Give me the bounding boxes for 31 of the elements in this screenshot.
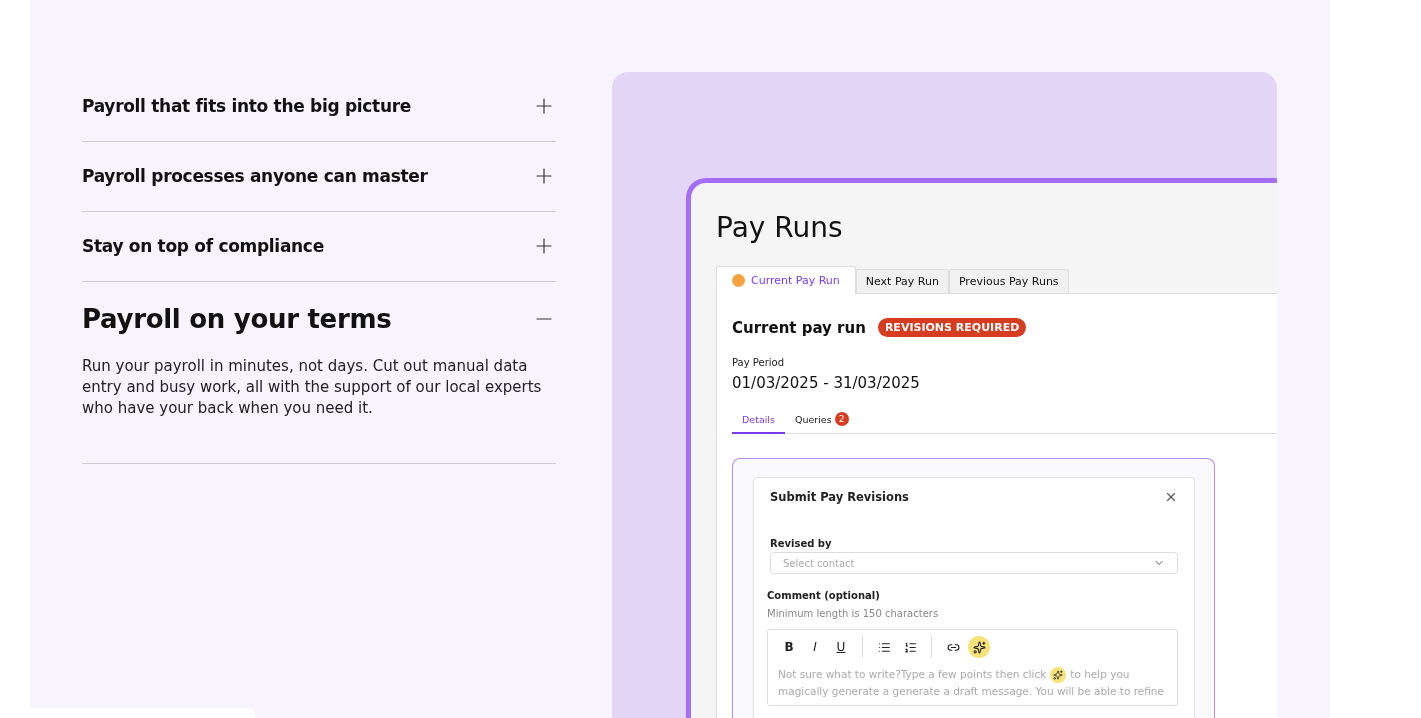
underline-button[interactable]: U [830, 636, 852, 658]
page-title: Pay Runs [716, 211, 844, 244]
tab[interactable]: Next Pay Run [855, 269, 949, 293]
accordion-title[interactable]: Payroll on your terms [82, 304, 392, 334]
accordion-title[interactable]: Payroll that fits into the big picture [82, 96, 412, 116]
sparkle-icon [1050, 667, 1067, 683]
tab[interactable]: Current Pay Run [716, 266, 856, 294]
tab[interactable]: Previous Pay Runs [948, 269, 1069, 293]
field-label: Pay Period [732, 357, 785, 368]
field-label: Comment (optional) [767, 590, 881, 601]
italic-button[interactable]: I [804, 636, 826, 658]
hint-text: Minimum length is 150 characters [767, 608, 940, 619]
period-value: 01/03/2025 - 31/03/2025 [732, 374, 921, 392]
status-badge: REVISIONS REQUIRED [877, 318, 1027, 337]
accordion-title[interactable]: Payroll processes anyone can master [82, 166, 428, 186]
comment-editor[interactable]: B I U Not sure what to write?Type a few points then click to help you magically generate a generate a draft message. You will be able to refine [767, 629, 1178, 706]
count-badge: 2 [834, 412, 849, 426]
sparkle-icon [972, 640, 986, 654]
bulleted-list-icon [877, 640, 891, 654]
sparkle-button[interactable] [968, 636, 990, 658]
dialog-title: Submit Pay Revisions [770, 490, 909, 504]
field-label: Revised by [770, 538, 833, 549]
numbered-list-icon [903, 640, 917, 654]
close-icon[interactable] [1164, 490, 1178, 504]
accordion-title[interactable]: Stay on top of compliance [82, 236, 324, 256]
bold-button[interactable]: B [778, 636, 800, 658]
accordion-text: Run your payroll in minutes, not days. Cut out manual data entry and busy work, all with the support of our local experts who have your back when you need it. [82, 356, 543, 419]
editor-placeholder: Not sure what to write?Type a few points then click to help you magically generate a generate a draft message. You will be able to refine [778, 666, 1165, 699]
sub-tab[interactable]: Queries 2 [784, 408, 859, 434]
sub-tab[interactable]: Details [732, 408, 785, 434]
section-heading: Current pay run [732, 318, 866, 337]
